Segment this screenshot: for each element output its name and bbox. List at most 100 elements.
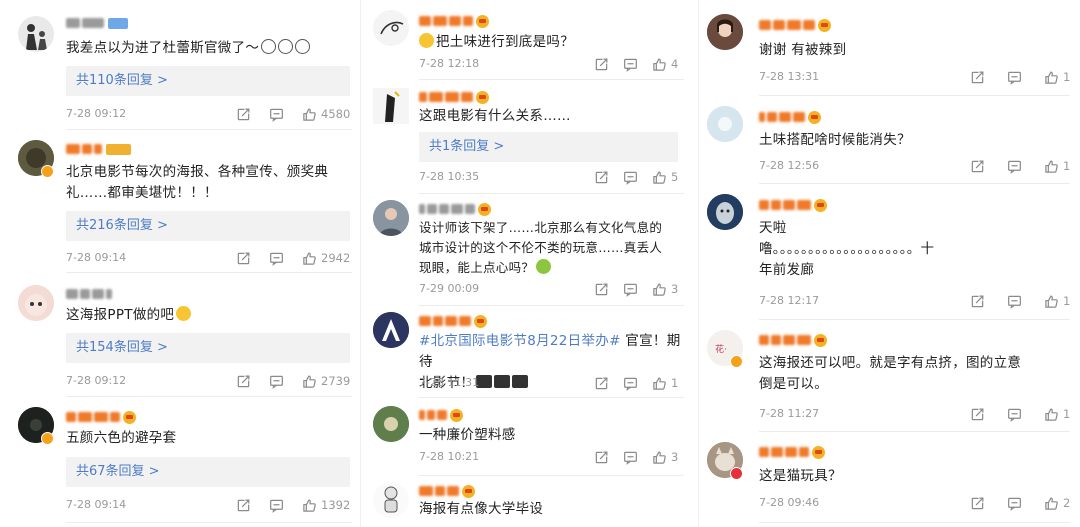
share-icon[interactable]	[970, 159, 985, 174]
username[interactable]	[419, 202, 491, 216]
reply-count-link[interactable]: 共154条回复 >	[66, 333, 350, 363]
share-icon[interactable]	[594, 57, 609, 72]
share-icon[interactable]	[236, 374, 251, 389]
comment-icon[interactable]	[623, 282, 638, 297]
reply-count-link[interactable]: 共110条回复 >	[66, 66, 350, 96]
avatar[interactable]	[373, 482, 409, 518]
like-button[interactable]: 1	[1044, 159, 1070, 174]
thumbs-up-icon	[1044, 407, 1059, 422]
comment-time: 7-28 12:17	[759, 294, 820, 307]
reply-count-link[interactable]: 共216条回复 >	[66, 211, 350, 241]
like-button[interactable]: 1	[652, 376, 678, 391]
reply-count-link[interactable]: 共1条回复 >	[419, 132, 678, 162]
share-icon[interactable]	[594, 170, 609, 185]
divider	[66, 522, 352, 523]
username[interactable]	[66, 16, 128, 30]
username[interactable]	[66, 287, 112, 301]
comment-item: 把土味进行到底是吗？ 7-28 12:18 4	[361, 0, 694, 80]
like-button[interactable]: 4	[652, 57, 678, 72]
username[interactable]	[419, 314, 487, 328]
comment-icon[interactable]	[623, 376, 638, 391]
comment-icon[interactable]	[269, 251, 284, 266]
like-button[interactable]: 1	[1044, 70, 1070, 85]
comment-icon[interactable]	[1007, 407, 1022, 422]
verified-badge-icon	[41, 165, 54, 178]
username[interactable]	[759, 445, 825, 459]
like-button[interactable]: 1	[1044, 294, 1070, 309]
avatar[interactable]	[707, 194, 743, 230]
username[interactable]	[759, 18, 831, 32]
username[interactable]	[759, 198, 827, 212]
share-icon[interactable]	[236, 251, 251, 266]
avatar[interactable]	[18, 16, 54, 52]
like-button[interactable]: 5	[652, 170, 678, 185]
username[interactable]	[66, 142, 131, 156]
reply-count-link[interactable]: 共67条回复 >	[66, 457, 350, 487]
like-button[interactable]: 2942	[302, 251, 350, 266]
username[interactable]	[759, 333, 827, 347]
comment-actions: 2739	[236, 373, 350, 389]
clapperboard-icon	[494, 375, 511, 388]
avatar[interactable]	[373, 88, 409, 124]
avatar[interactable]	[18, 285, 54, 321]
comment-icon[interactable]	[269, 107, 284, 122]
comment-actions: 1	[970, 158, 1070, 174]
share-icon[interactable]	[236, 498, 251, 513]
clapperboard-icon	[512, 375, 529, 388]
comment-icon[interactable]	[1007, 159, 1022, 174]
like-button[interactable]: 3	[652, 282, 678, 297]
hashtag-link[interactable]: #北京国际电影节8月22日举办#	[419, 333, 621, 349]
username[interactable]	[419, 484, 475, 498]
comment-actions: 3	[594, 449, 678, 465]
thumbs-up-icon	[302, 374, 317, 389]
share-icon[interactable]	[970, 294, 985, 309]
comment-icon[interactable]	[623, 57, 638, 72]
share-icon[interactable]	[594, 282, 609, 297]
avatar[interactable]	[373, 10, 409, 46]
comment-icon[interactable]	[1007, 496, 1022, 511]
comment-actions: 1	[970, 406, 1070, 422]
comment-icon[interactable]	[623, 450, 638, 465]
share-icon[interactable]	[236, 107, 251, 122]
avatar[interactable]	[707, 106, 743, 142]
thumbs-up-icon	[652, 57, 667, 72]
comment-icon[interactable]	[623, 170, 638, 185]
comment-icon[interactable]	[269, 374, 284, 389]
comment-time: 7-28 11:27	[759, 407, 820, 420]
thumbs-up-icon	[302, 107, 317, 122]
avatar[interactable]	[373, 312, 409, 348]
share-icon[interactable]	[970, 407, 985, 422]
comment-text: 北京电影节每次的海报、各种宣传、颁奖典 礼……都审美堪忧！！！	[66, 164, 329, 201]
like-button[interactable]: 2739	[302, 374, 350, 389]
comment-column-3: 谢谢 有被辣到 7-28 13:31 1 土味搭配啥时候能消失？ 7-28 12…	[698, 0, 1080, 527]
share-icon[interactable]	[970, 70, 985, 85]
avatar[interactable]	[373, 406, 409, 442]
comment-column-2: 把土味进行到底是吗？ 7-28 12:18 4 这跟电影有什么关系…… 共1条回…	[360, 0, 694, 527]
comment-time: 7-28 12:18	[419, 57, 480, 70]
like-button[interactable]: 2	[1044, 496, 1070, 511]
username[interactable]	[759, 110, 821, 124]
comment-time: 7-28 09:12	[66, 107, 127, 120]
comment-time: 7-28 10:21	[419, 450, 480, 463]
comment-actions: 2942	[236, 250, 350, 266]
emoji-icon	[536, 259, 552, 274]
comment-column-1: 我差点以为进了杜蕾斯官微了～ 共110条回复 > 7-28 09:12 4580…	[0, 0, 358, 527]
comment-icon[interactable]	[1007, 294, 1022, 309]
share-icon[interactable]	[970, 496, 985, 511]
comment-text: 这海报还可以吧。就是字有点挤，图的立意 倒是可以。	[759, 355, 1022, 392]
username[interactable]	[419, 408, 463, 422]
like-button[interactable]: 1392	[302, 498, 350, 513]
like-button[interactable]: 1	[1044, 407, 1070, 422]
username[interactable]	[419, 90, 489, 104]
share-icon[interactable]	[594, 450, 609, 465]
comment-icon[interactable]	[269, 498, 284, 513]
username[interactable]	[419, 14, 489, 28]
share-icon[interactable]	[594, 376, 609, 391]
comment-item: 我差点以为进了杜蕾斯官微了～ 共110条回复 > 7-28 09:12 4580	[0, 0, 358, 130]
avatar[interactable]	[707, 14, 743, 50]
comment-icon[interactable]	[1007, 70, 1022, 85]
like-button[interactable]: 4580	[302, 107, 350, 122]
like-button[interactable]: 3	[652, 450, 678, 465]
avatar[interactable]	[373, 200, 409, 236]
username[interactable]	[66, 410, 136, 424]
